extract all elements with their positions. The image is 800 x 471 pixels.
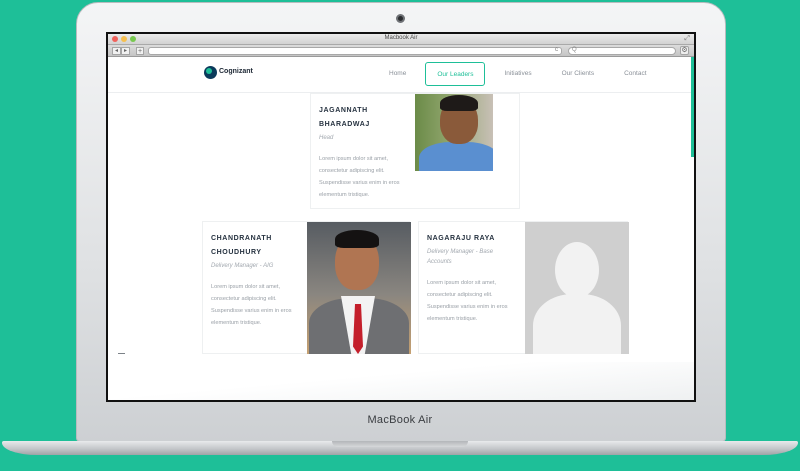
leader-card-jagannath: JAGANNATH BHARADWAJ Head Lorem ipsum dol… (310, 93, 520, 209)
search-icon: Q (572, 47, 577, 53)
browser-toolbar: ◂ ▸ + c Q ⚙ (108, 45, 694, 57)
site-header: Cognizant Home Our Leaders Initiatives O… (108, 57, 691, 93)
chevron-left-icon: ◂ (114, 48, 118, 54)
nav-home[interactable]: Home (378, 62, 417, 86)
nav-our-leaders[interactable]: Our Leaders (425, 62, 486, 86)
cognizant-logo-icon[interactable] (204, 66, 217, 79)
leader-photo (415, 94, 493, 171)
leader-role: Delivery Manager - Base (427, 249, 494, 255)
leader-card-nagaraju: NAGARAJU RAYA Delivery Manager - Base Ac… (418, 221, 629, 354)
leader-name: JAGANNATH (319, 107, 368, 114)
leader-role: Delivery Manager - AIG (211, 263, 274, 269)
placeholder-avatar (525, 222, 629, 354)
logo-text[interactable]: Cognizant (219, 68, 253, 75)
leader-photo (307, 222, 411, 354)
leader-info: JAGANNATH BHARADWAJ Head Lorem ipsum dol… (319, 104, 409, 201)
chevron-right-icon: ▸ (123, 48, 127, 54)
gear-icon[interactable]: ⚙ (680, 46, 689, 55)
leader-role: Head (319, 135, 334, 141)
leader-card-chandranath: CHANDRANATH CHOUDHURY Delivery Manager -… (202, 221, 411, 354)
divider (118, 353, 125, 354)
leader-description: Lorem ipsum dolor sit amet, consectetur … (211, 284, 292, 326)
leader-name: CHOUDHURY (211, 249, 262, 256)
leader-role: Accounts (427, 259, 452, 265)
laptop-brand-label: MacBook Air (367, 414, 433, 426)
leader-info: NAGARAJU RAYA Delivery Manager - Base Ac… (427, 232, 517, 325)
nav-contact[interactable]: Contact (613, 62, 657, 86)
search-input[interactable]: Q (568, 47, 676, 55)
leader-description: Lorem ipsum dolor sit amet, consectetur … (319, 156, 400, 198)
back-button[interactable]: ◂ (112, 47, 121, 55)
camera-icon (396, 14, 405, 23)
browser-titlebar: Macbook Air ⤢ (108, 34, 694, 45)
forward-button[interactable]: ▸ (121, 47, 130, 55)
leader-name: BHARADWAJ (319, 121, 370, 128)
leader-name: CHANDRANATH (211, 235, 272, 242)
leader-name: NAGARAJU RAYA (427, 235, 495, 242)
laptop-notch (332, 441, 468, 447)
nav-initiatives[interactable]: Initiatives (493, 62, 542, 86)
browser-window: Macbook Air ⤢ ◂ ▸ + c Q ⚙ Cognizant Home… (108, 34, 694, 400)
laptop-screen: Macbook Air ⤢ ◂ ▸ + c Q ⚙ Cognizant Home… (106, 32, 696, 402)
nav-our-clients[interactable]: Our Clients (551, 62, 606, 86)
new-tab-button[interactable]: + (136, 47, 144, 55)
window-title: Macbook Air (384, 35, 418, 41)
history-buttons: ◂ ▸ (112, 47, 130, 55)
page-footer-shade (108, 362, 694, 400)
web-page: Cognizant Home Our Leaders Initiatives O… (108, 57, 694, 400)
leader-info: CHANDRANATH CHOUDHURY Delivery Manager -… (211, 232, 301, 329)
reload-icon[interactable]: c (555, 47, 558, 53)
address-bar[interactable]: c (148, 47, 562, 55)
scrollbar[interactable] (691, 57, 694, 157)
main-nav: Home Our Leaders Initiatives Our Clients… (378, 62, 666, 86)
fullscreen-icon[interactable]: ⤢ (684, 35, 690, 43)
leader-description: Lorem ipsum dolor sit amet, consectetur … (427, 280, 508, 322)
